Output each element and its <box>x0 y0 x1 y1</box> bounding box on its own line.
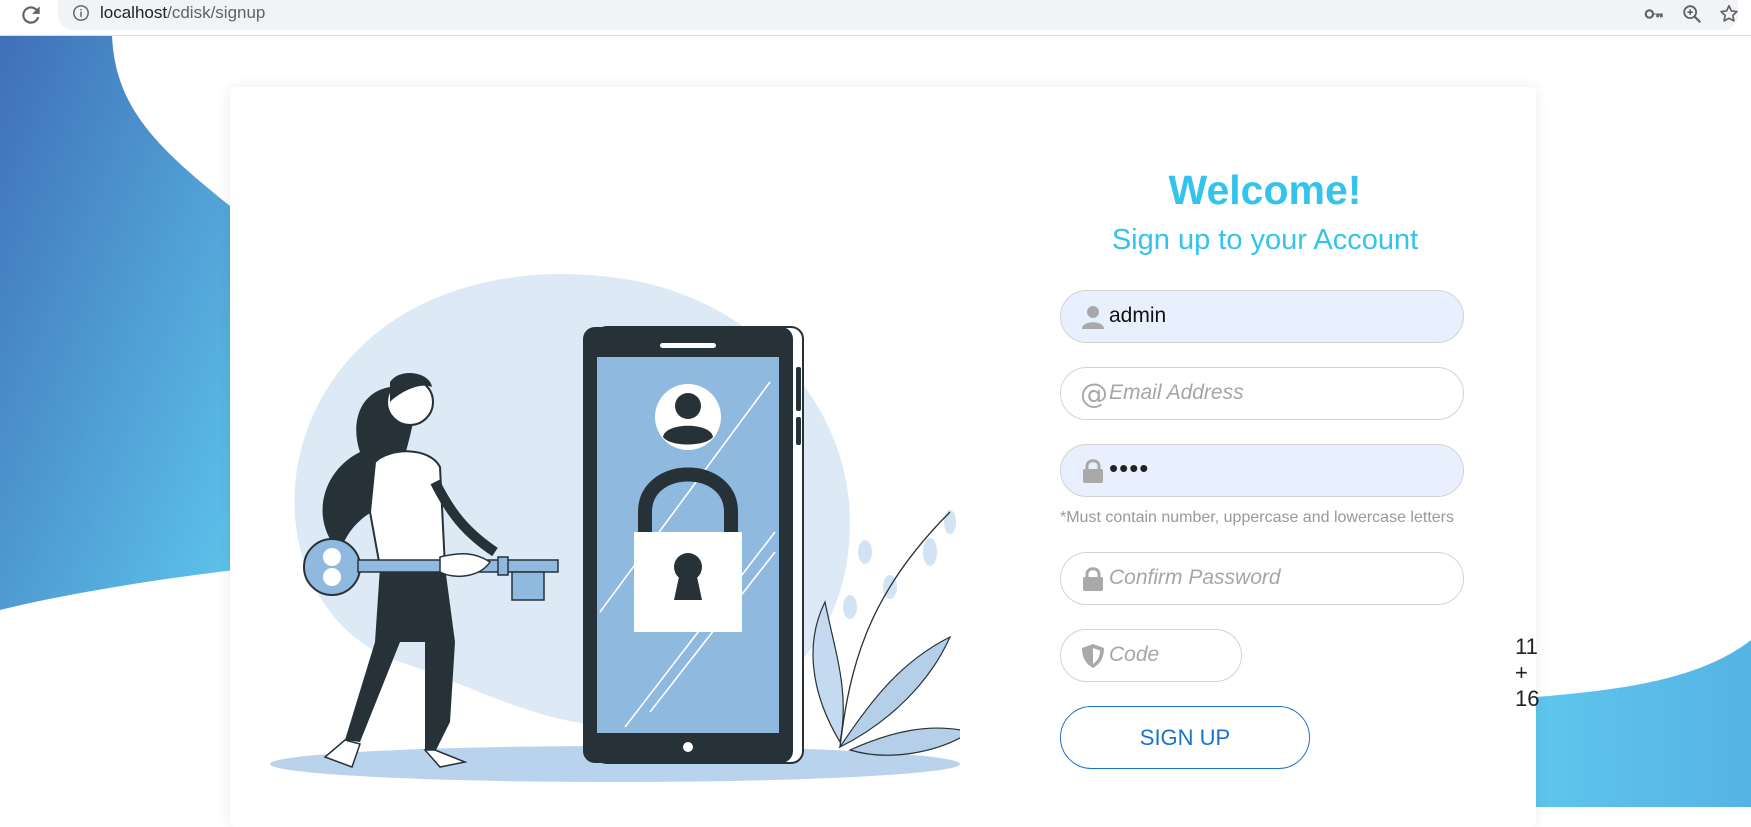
email-placeholder: Email Address <box>1109 381 1244 404</box>
bookmark-star-icon[interactable] <box>1718 3 1740 25</box>
password-field[interactable]: •••• <box>1060 444 1464 497</box>
password-hint: *Must contain number, uppercase and lowe… <box>1060 509 1454 526</box>
info-icon[interactable] <box>72 4 90 22</box>
key-icon[interactable] <box>1643 3 1665 25</box>
lock-icon <box>1083 459 1103 483</box>
url-path: /cdisk/signup <box>167 3 266 22</box>
url-host: localhost <box>100 3 168 22</box>
address-bar[interactable]: localhost/cdisk/signup <box>58 0 1738 30</box>
email-field[interactable]: @ Email Address <box>1060 367 1464 420</box>
svg-text:@: @ <box>1080 380 1107 408</box>
zoom-icon[interactable] <box>1681 3 1703 25</box>
password-value: •••• <box>1109 453 1150 483</box>
username-field[interactable]: admin <box>1060 290 1464 343</box>
url-text[interactable]: localhost/cdisk/signup <box>100 3 265 23</box>
lock-icon <box>1083 567 1103 591</box>
signup-subtitle: Sign up to your Account <box>1111 224 1419 256</box>
confirm-password-field[interactable]: Confirm Password <box>1060 552 1464 605</box>
at-sign-icon: @ <box>1080 380 1107 408</box>
captcha-question: 11 + 16 <box>1515 634 1540 711</box>
security-illustration <box>270 273 960 782</box>
browser-toolbar: localhost/cdisk/signup <box>0 0 1751 36</box>
username-value: admin <box>1109 304 1167 327</box>
reload-icon[interactable] <box>18 2 44 28</box>
captcha-code-field[interactable]: Code <box>1060 629 1242 682</box>
welcome-heading: Welcome! <box>1168 167 1362 213</box>
code-placeholder: Code <box>1109 643 1160 666</box>
shield-icon <box>1082 644 1104 668</box>
confirm-password-placeholder: Confirm Password <box>1109 566 1281 589</box>
signup-button[interactable]: SIGN UP <box>1060 706 1310 769</box>
user-icon <box>1082 306 1104 329</box>
signup-card: Welcome! Sign up to your Account admin @… <box>230 87 1540 827</box>
